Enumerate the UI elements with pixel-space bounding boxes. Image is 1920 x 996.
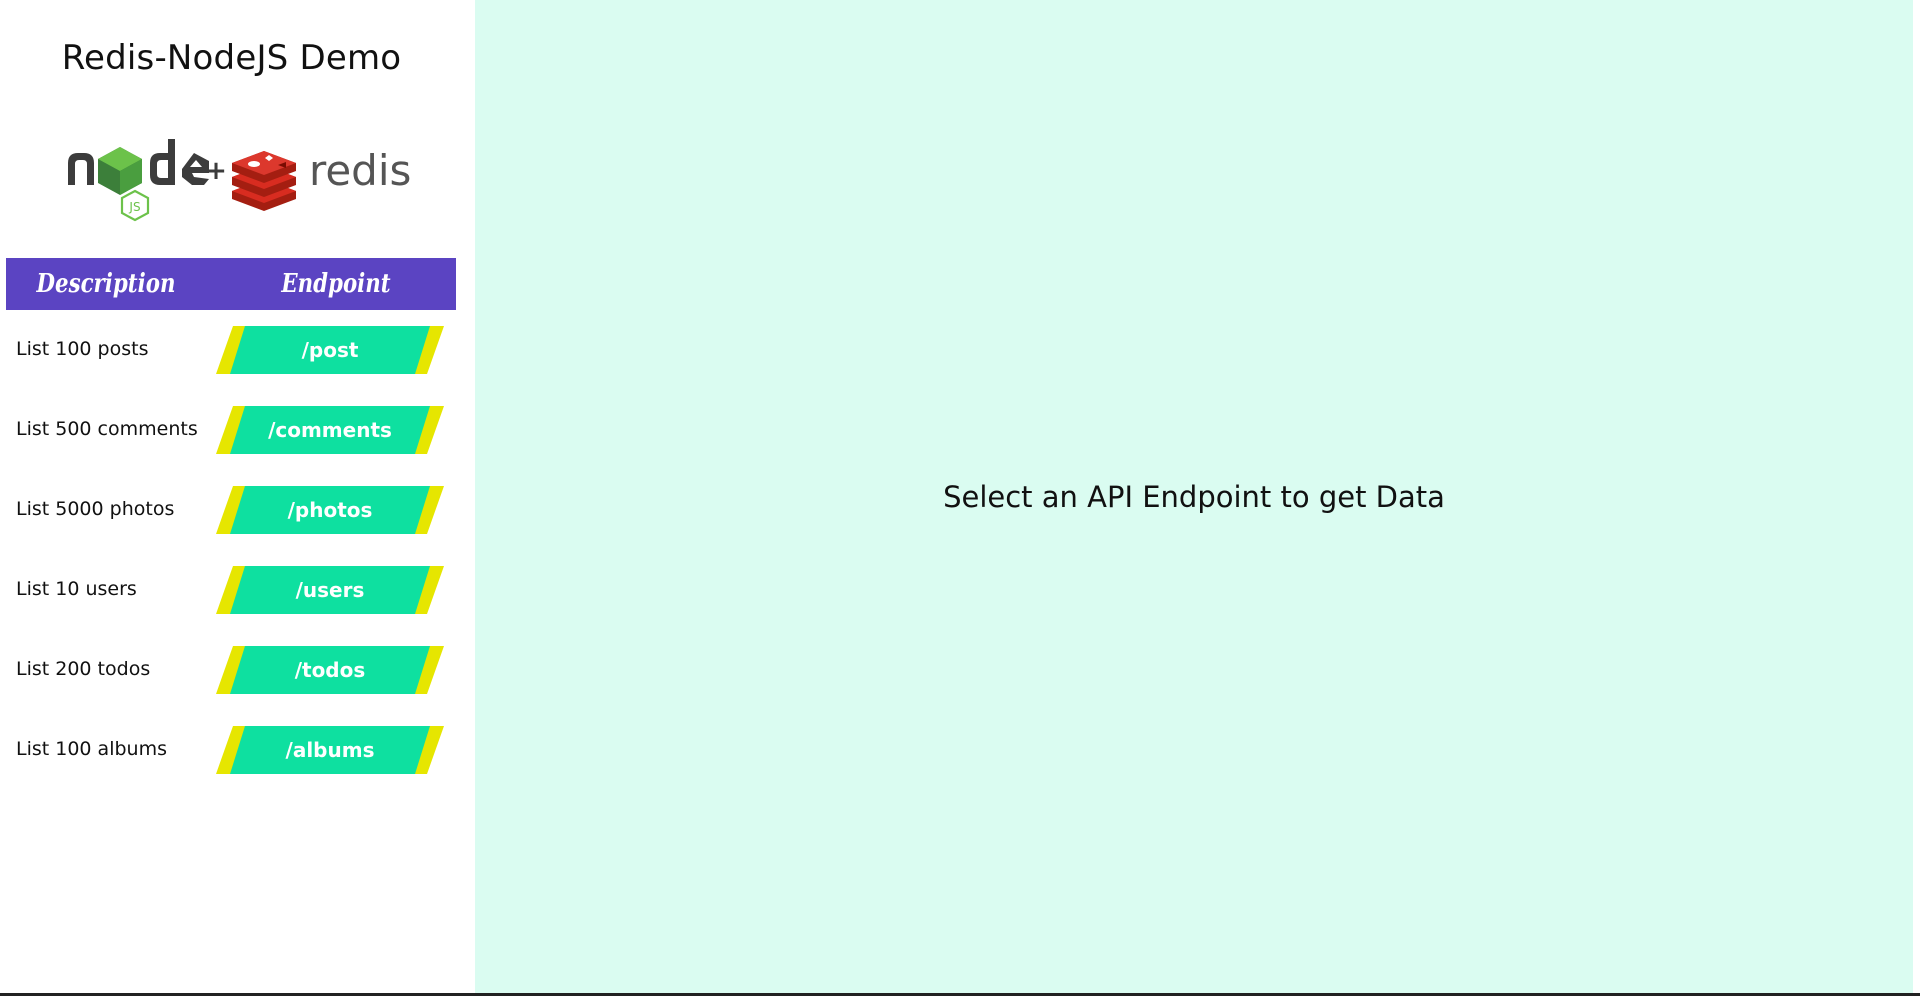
table-row: List 500 comments /comments [0,390,463,470]
page-title: Redis-NodeJS Demo [61,38,402,78]
endpoint-label: /photos [287,498,373,522]
window-edge [1913,0,1920,993]
table-row: List 100 albums /albums [0,710,463,790]
table-row: List 10 users /users [0,550,463,630]
row-description: List 10 users [16,578,137,600]
endpoint-label: /todos [294,658,366,682]
header-description: Description [36,269,176,299]
svg-text:+: + [205,156,227,186]
table-row: List 200 todos /todos [0,630,463,710]
data-display-panel: Select an API Endpoint to get Data [475,0,1913,993]
row-description: List 100 posts [16,338,149,360]
empty-state-message: Select an API Endpoint to get Data [943,479,1445,514]
row-description: List 200 todos [16,658,151,680]
endpoint-label: /albums [285,738,375,762]
endpoint-button-albums[interactable]: /albums [216,726,444,774]
endpoint-button-post[interactable]: /post [216,326,444,374]
endpoint-button-comments[interactable]: /comments [216,406,444,454]
row-description: List 500 comments [16,418,198,440]
row-description: List 5000 photos [16,498,175,520]
row-description: List 100 albums [16,738,167,760]
endpoint-button-users[interactable]: /users [216,566,444,614]
endpoint-button-todos[interactable]: /todos [216,646,444,694]
endpoints-table-header: Description Endpoint [6,258,456,310]
sidebar: Redis-NodeJS Demo JS + redis Description… [0,0,475,993]
table-row: List 5000 photos /photos [0,470,463,550]
redis-wordmark: redis [309,146,411,195]
nodejs-redis-logo: JS + redis [64,133,416,223]
endpoint-label: /users [295,578,365,602]
table-row: List 100 posts /post [0,310,463,390]
app-root: Redis-NodeJS Demo JS + redis Description… [0,0,1920,996]
endpoint-label: /comments [268,418,392,442]
endpoint-button-photos[interactable]: /photos [216,486,444,534]
endpoints-table-body: List 100 posts /post List 500 comments /… [0,310,463,790]
js-badge-text: JS [128,200,140,214]
endpoint-label: /post [301,338,359,362]
header-endpoint: Endpoint [281,269,391,299]
